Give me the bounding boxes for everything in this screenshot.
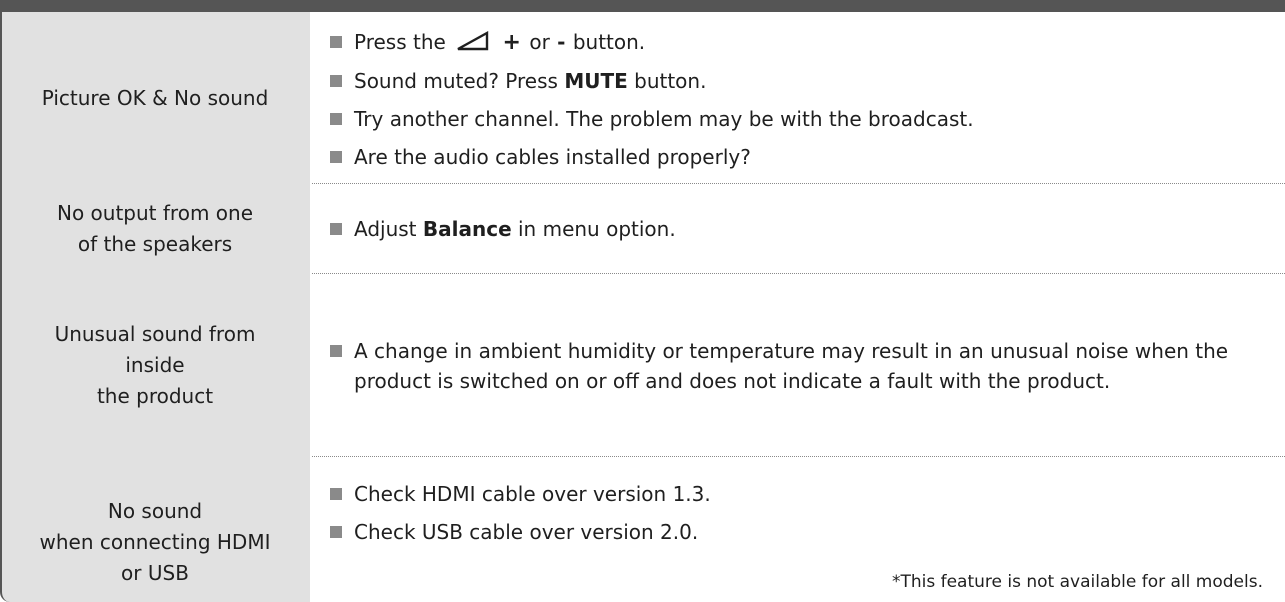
solution-item: Sound muted? Press MUTE button. (330, 66, 1255, 96)
troubleshoot-row-speaker-output: No output from one of the speakers Adjus… (0, 184, 1285, 274)
square-bullet-icon (330, 36, 342, 48)
problem-label: No output from one of the speakers (57, 201, 253, 256)
square-bullet-icon (330, 488, 342, 500)
solution-list: Adjust Balance in menu option. (330, 184, 1255, 274)
solution-item: Press the + or - button. (330, 27, 1255, 58)
solution-list: Press the + or - button. Sound muted? Pr… (330, 12, 1255, 184)
troubleshoot-row-unusual-sound: Unusual sound from inside the product A … (0, 274, 1285, 457)
volume-triangle-icon (457, 31, 489, 51)
troubleshoot-row-hdmi-usb: No sound when connecting HDMI or USB Che… (0, 457, 1285, 602)
header-bar (0, 0, 1285, 12)
balance-menu-label: Balance (422, 217, 512, 241)
square-bullet-icon (330, 151, 342, 163)
troubleshoot-row-picture-ok-no-sound: Picture OK & No sound Press the + or - b… (0, 12, 1285, 184)
square-bullet-icon (330, 113, 342, 125)
square-bullet-icon (330, 526, 342, 538)
square-bullet-icon (330, 344, 342, 357)
plus-symbol: + (502, 30, 521, 55)
footnote: *This feature is not available for all m… (891, 572, 1263, 592)
problem-label: Picture OK & No sound (41, 85, 269, 110)
mute-button-label: MUTE (564, 69, 628, 93)
solution-item: A change in ambient humidity or temperat… (330, 336, 1255, 396)
solution-item: Try another channel. The problem may be … (330, 104, 1255, 134)
solution-list: A change in ambient humidity or temperat… (330, 274, 1255, 457)
solution-item: Adjust Balance in menu option. (330, 214, 1255, 244)
minus-symbol: - (557, 30, 566, 54)
problem-label: No sound when connecting HDMI or USB (39, 499, 271, 585)
solution-item: Check USB cable over version 2.0. (330, 517, 1255, 547)
square-bullet-icon (330, 223, 342, 235)
solution-item: Check HDMI cable over version 1.3. (330, 479, 1255, 509)
problem-label: Unusual sound from inside the product (54, 322, 256, 408)
square-bullet-icon (330, 75, 342, 87)
solution-item: Are the audio cables installed properly? (330, 142, 1255, 172)
